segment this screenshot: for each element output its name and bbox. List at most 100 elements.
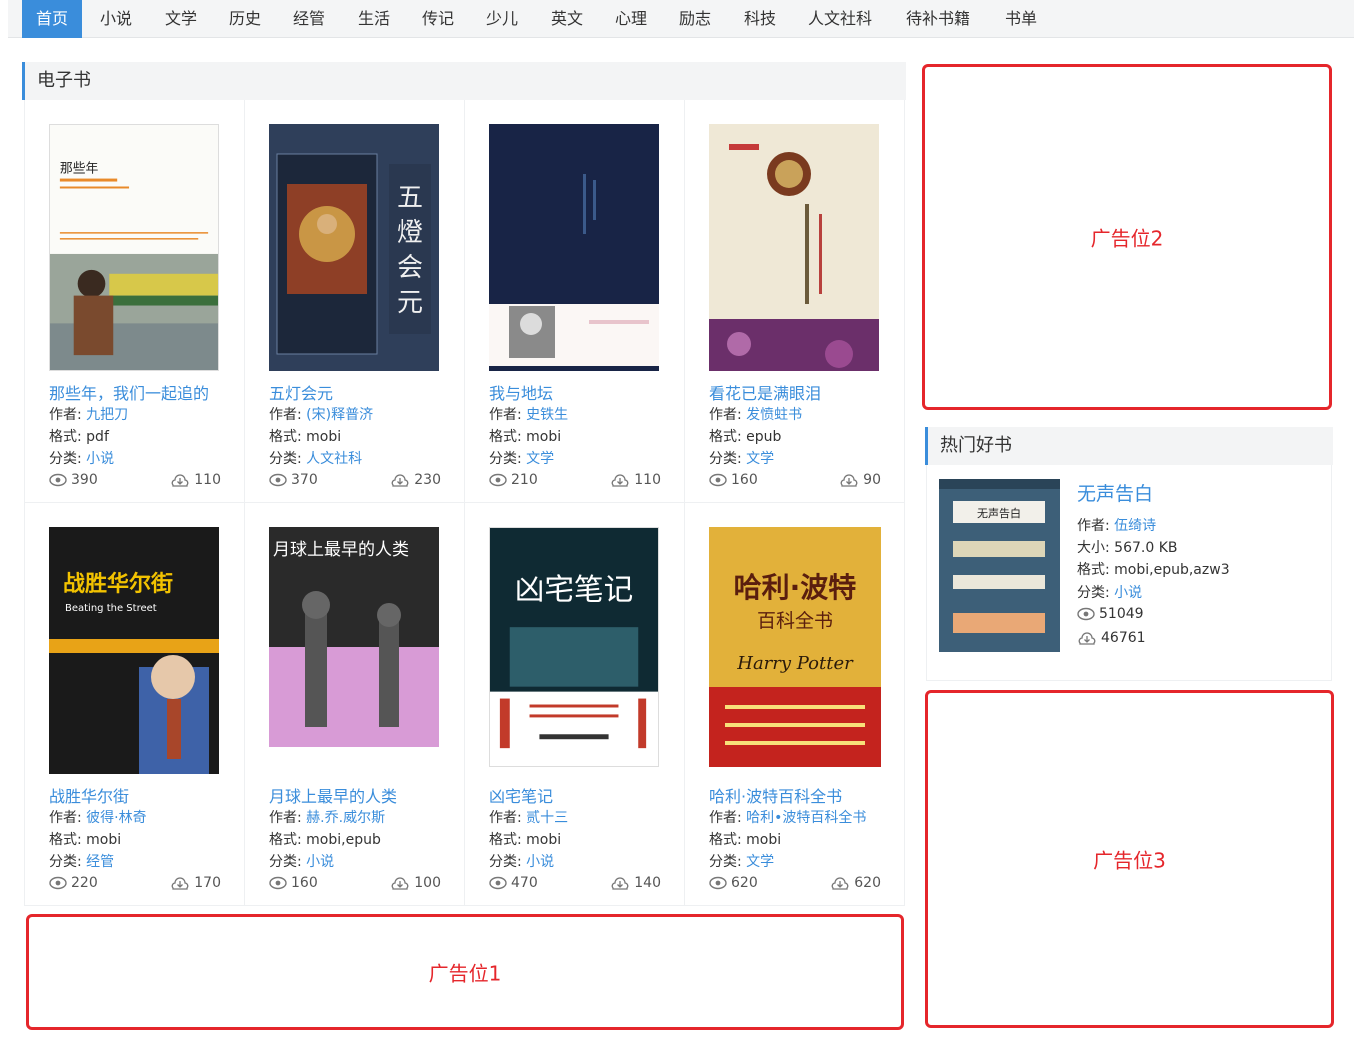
download-cloud-icon xyxy=(391,474,409,487)
book-cover[interactable]: 凶宅笔记 xyxy=(489,527,659,767)
book-title[interactable]: 我与地坛 xyxy=(489,380,553,404)
category-link[interactable]: 小说 xyxy=(306,854,334,870)
category-link[interactable]: 文学 xyxy=(746,854,774,870)
category-link[interactable]: 文学 xyxy=(746,451,774,467)
nav-item-humanities[interactable]: 人文社科 xyxy=(794,0,886,38)
book-cover[interactable] xyxy=(489,124,659,371)
eye-icon xyxy=(709,876,727,890)
nav-item-home[interactable]: 首页 xyxy=(22,0,83,38)
book-category: 分类: 小说 xyxy=(489,854,555,870)
book-title[interactable]: 月球上最早的人类 xyxy=(269,783,397,807)
nav-item-children[interactable]: 少儿 xyxy=(472,0,532,38)
view-count: 370 xyxy=(291,472,318,488)
book-format: 格式: mobi,epub xyxy=(269,832,381,848)
ad-slot-1[interactable]: 广告位1 xyxy=(26,914,904,1030)
svg-text:会: 会 xyxy=(397,253,423,283)
book-title[interactable]: 那些年，我们一起追的 xyxy=(49,380,209,404)
book-title[interactable]: 看花已是满眼泪 xyxy=(709,380,821,404)
top-nav: 首页 小说 文学 历史 经管 生活 传记 少儿 英文 心理 励志 科技 人文社科… xyxy=(8,0,1354,38)
book-cover[interactable]: 五 燈 会 元 xyxy=(269,124,439,371)
category-link[interactable]: 小说 xyxy=(526,854,554,870)
download-count: 110 xyxy=(634,472,661,488)
book-cover[interactable]: 那些年 xyxy=(49,124,219,371)
author-link[interactable]: 赫.乔.威尔斯 xyxy=(306,810,385,826)
ad-slot-2[interactable]: 广告位2 xyxy=(922,64,1332,410)
cover-title-text: 哈利·波特 xyxy=(734,571,857,604)
eye-icon xyxy=(49,876,67,890)
download-cloud-icon xyxy=(1078,632,1096,645)
nav-item-booklist[interactable]: 书单 xyxy=(991,0,1051,38)
view-count: 51049 xyxy=(1099,606,1144,622)
ad-slot-3-label: 广告位3 xyxy=(1093,848,1166,873)
author-link[interactable]: 伍绮诗 xyxy=(1114,518,1156,534)
view-count: 390 xyxy=(71,472,98,488)
nav-item-history[interactable]: 历史 xyxy=(215,0,275,38)
download-count: 46761 xyxy=(1101,630,1146,646)
download-count: 230 xyxy=(414,472,441,488)
hot-book-cover[interactable]: 无声告白 xyxy=(939,479,1060,652)
nav-item-business[interactable]: 经管 xyxy=(279,0,339,38)
hot-book-category: 分类: 小说 xyxy=(1077,585,1143,601)
book-format: 格式: mobi xyxy=(709,832,782,848)
nav-item-inspiration[interactable]: 励志 xyxy=(665,0,725,38)
ad-slot-2-label: 广告位2 xyxy=(1090,226,1164,251)
book-card: 哈利·波特 百科全书 Harry Potter 哈利·波特百科全书 作者: 哈利… xyxy=(685,503,905,906)
book-category: 分类: 文学 xyxy=(709,451,775,467)
ad-slot-3[interactable]: 广告位3 xyxy=(925,690,1334,1028)
author-link[interactable]: 彼得·林奇 xyxy=(86,810,146,826)
book-format: 格式: pdf xyxy=(49,429,109,445)
eye-icon xyxy=(49,473,67,487)
hot-book-downloads: 46761 xyxy=(1077,630,1146,646)
svg-text:Harry Potter: Harry Potter xyxy=(736,653,854,674)
book-title[interactable]: 五灯会元 xyxy=(269,380,333,404)
book-author: 作者: 哈利•波特百科全书 xyxy=(709,810,867,826)
nav-item-technology[interactable]: 科技 xyxy=(730,0,790,38)
book-cover[interactable]: 哈利·波特 百科全书 Harry Potter xyxy=(709,527,881,767)
author-link[interactable]: (宋)释普济 xyxy=(306,407,373,423)
author-link[interactable]: 发愤蛀书 xyxy=(746,407,802,423)
ebook-grid: 那些年 那些年，我们一起追的 作者: 九把刀 格式: pdf 分类: 小说 39… xyxy=(24,100,905,906)
nav-item-literature[interactable]: 文学 xyxy=(151,0,211,38)
svg-text:元: 元 xyxy=(397,288,423,318)
nav-item-psychology[interactable]: 心理 xyxy=(601,0,661,38)
book-title[interactable]: 哈利·波特百科全书 xyxy=(709,783,842,807)
book-title[interactable]: 凶宅笔记 xyxy=(489,783,553,807)
download-cloud-icon xyxy=(171,877,189,890)
nav-item-life[interactable]: 生活 xyxy=(344,0,404,38)
download-count: 170 xyxy=(194,875,221,891)
author-link[interactable]: 九把刀 xyxy=(86,407,128,423)
book-format: 格式: epub xyxy=(709,429,782,445)
author-link[interactable]: 哈利•波特百科全书 xyxy=(746,810,866,826)
cover-title-text: 月球上最早的人类 xyxy=(273,540,409,560)
svg-text:燈: 燈 xyxy=(397,218,423,248)
hot-book-title[interactable]: 无声告白 xyxy=(1077,479,1153,506)
author-link[interactable]: 贰十三 xyxy=(526,810,568,826)
category-link[interactable]: 人文社科 xyxy=(306,451,362,467)
view-count: 470 xyxy=(511,875,538,891)
book-cover[interactable]: 战胜华尔街 Beating the Street xyxy=(49,527,219,774)
category-link[interactable]: 文学 xyxy=(526,451,554,467)
nav-item-english[interactable]: 英文 xyxy=(537,0,597,38)
nav-item-biography[interactable]: 传记 xyxy=(408,0,468,38)
cover-title-text: 战胜华尔街 xyxy=(63,571,173,597)
book-cover[interactable]: 月球上最早的人类 xyxy=(269,527,439,747)
ad-slot-1-label: 广告位1 xyxy=(428,961,502,986)
book-cover[interactable] xyxy=(709,124,879,371)
book-format: 格式: mobi xyxy=(489,832,562,848)
eye-icon xyxy=(489,473,507,487)
eye-icon xyxy=(709,473,727,487)
nav-item-pending[interactable]: 待补书籍 xyxy=(892,0,984,38)
svg-text:Beating the Street: Beating the Street xyxy=(65,603,157,614)
book-author: 作者: 赫.乔.威尔斯 xyxy=(269,810,386,826)
download-cloud-icon xyxy=(840,474,858,487)
category-link[interactable]: 经管 xyxy=(86,854,114,870)
author-link[interactable]: 史铁生 xyxy=(526,407,568,423)
book-author: 作者: 彼得·林奇 xyxy=(49,810,147,826)
book-format: 格式: mobi xyxy=(49,832,122,848)
nav-item-novel[interactable]: 小说 xyxy=(86,0,146,38)
category-link[interactable]: 小说 xyxy=(1114,585,1142,601)
book-format: 格式: mobi xyxy=(489,429,562,445)
book-title[interactable]: 战胜华尔街 xyxy=(49,783,129,807)
category-link[interactable]: 小说 xyxy=(86,451,114,467)
view-count: 160 xyxy=(291,875,318,891)
